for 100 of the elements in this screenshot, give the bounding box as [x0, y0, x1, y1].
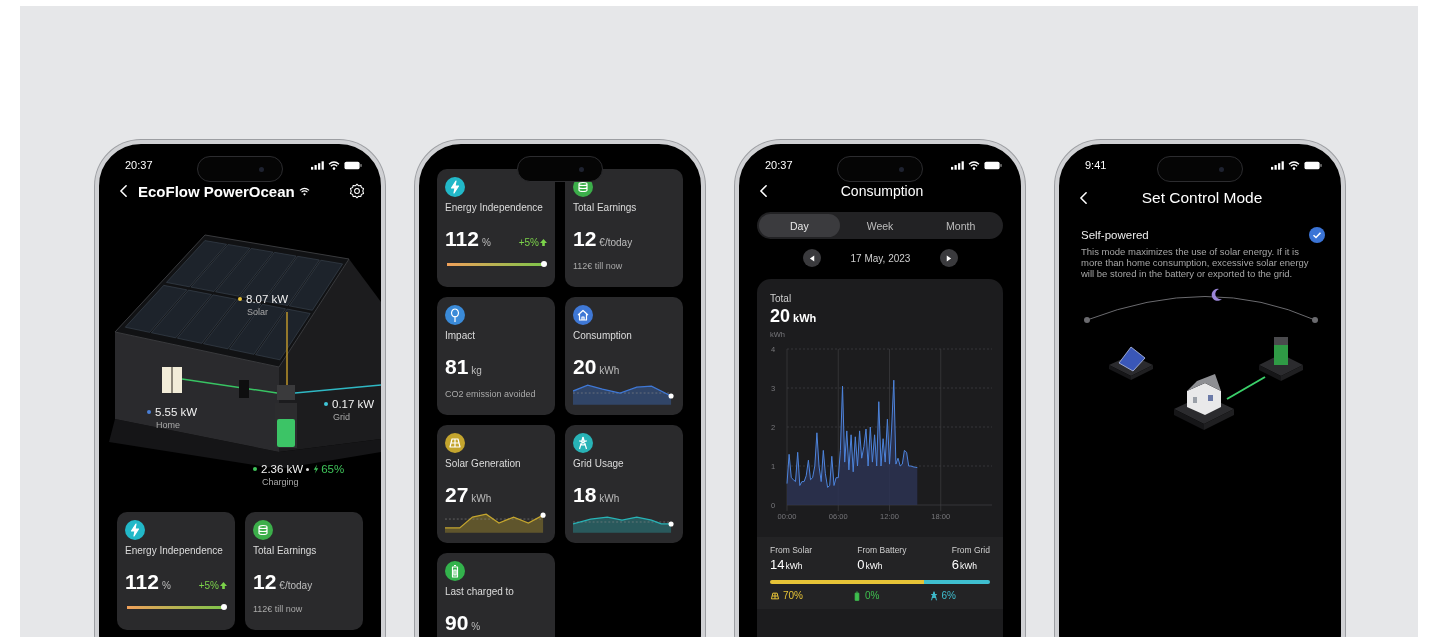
- lightning-icon: [313, 464, 320, 474]
- stat-card[interactable]: Impact 81 kg CO2 emission avoided: [437, 297, 555, 415]
- source-label: From Battery: [857, 545, 907, 555]
- battery-icon: [344, 160, 362, 170]
- card-title: Energy Independence: [445, 202, 543, 213]
- source-value: 14: [770, 557, 785, 572]
- battery-icon: [1304, 160, 1322, 170]
- stat-card[interactable]: Total Earnings 12€/today 112€ till now: [565, 169, 683, 287]
- card-unit: kg: [471, 365, 482, 376]
- status-time: 20:37: [765, 159, 793, 171]
- period-tab[interactable]: Month: [920, 214, 1001, 237]
- wifi-icon: [1288, 160, 1300, 170]
- card-title: Total Earnings: [253, 545, 317, 556]
- card-value: 12: [573, 227, 597, 251]
- card-title: Last charged to: [445, 586, 514, 597]
- card-value: 18: [573, 483, 597, 507]
- power-label: Home: [156, 420, 181, 430]
- signal-icon: [1271, 160, 1284, 170]
- card-unit: €/today: [599, 237, 633, 248]
- card-note: CO2 emission avoided: [445, 389, 536, 399]
- share-text: 0%: [865, 590, 880, 601]
- source-unit: kWh: [959, 561, 977, 571]
- total-value: 20: [770, 306, 791, 327]
- card-value: 112: [125, 570, 159, 594]
- stat-card[interactable]: Total Earnings 12€/today 112€ till now: [245, 512, 363, 630]
- settings-icon[interactable]: [349, 183, 365, 199]
- chevron-left-icon[interactable]: [759, 184, 768, 198]
- card-title: Grid Usage: [573, 458, 624, 469]
- battery-icon: [984, 160, 1002, 170]
- card-unit: %: [161, 580, 171, 591]
- power-value: 5.55 kW: [155, 406, 198, 418]
- house-drawing: [1174, 374, 1234, 430]
- power-label: Solar: [247, 307, 269, 317]
- option-title: Self-powered: [1081, 229, 1149, 241]
- power-value: 2.36 kW: [261, 463, 304, 475]
- card-unit: kWh: [599, 493, 620, 504]
- card-title: Impact: [445, 330, 475, 341]
- source-label: From Grid: [951, 545, 990, 555]
- chevron-left-icon[interactable]: [1079, 191, 1088, 205]
- stat-card[interactable]: Energy Independence 112% +5%: [437, 169, 555, 287]
- wifi-icon: [298, 186, 310, 196]
- power-label: Charging: [262, 477, 300, 487]
- stat-card[interactable]: Last charged to 90%: [437, 553, 555, 637]
- source-label: From Solar: [770, 545, 813, 555]
- total-label: Total: [769, 293, 793, 304]
- card-note: 112€ till now: [573, 261, 623, 271]
- checked-circle-icon[interactable]: [1309, 227, 1325, 243]
- share-text: 70%: [783, 590, 803, 601]
- card-value: 90: [445, 611, 469, 635]
- stat-card[interactable]: Energy Independence 112% +5%: [117, 512, 235, 630]
- source-unit: kWh: [865, 561, 883, 571]
- card-value: 112: [445, 227, 479, 251]
- pylon-icon: [928, 590, 939, 601]
- change-text: +5%: [198, 580, 219, 591]
- card-title: Energy Independence: [125, 545, 223, 556]
- next-button[interactable]: [940, 249, 958, 267]
- wifi-icon: [968, 160, 980, 170]
- period-tab[interactable]: Day: [759, 214, 840, 237]
- chevron-left-icon[interactable]: [119, 184, 128, 198]
- previous-button[interactable]: [803, 249, 821, 267]
- card-unit: €/today: [279, 580, 313, 591]
- share-text: 6%: [941, 590, 956, 601]
- period-tab[interactable]: Week: [839, 214, 921, 237]
- power-label: Grid: [333, 412, 351, 422]
- card-title: Total Earnings: [573, 202, 637, 213]
- solar-panel-drawing: [1109, 346, 1153, 380]
- card-value: 81: [445, 355, 469, 379]
- source-value: 6: [951, 557, 959, 572]
- caret-right-icon: [945, 254, 953, 262]
- status-time: 9:41: [1085, 159, 1107, 171]
- wifi-icon: [328, 160, 340, 170]
- signal-icon: [951, 160, 964, 170]
- battery-drawing: [1259, 337, 1303, 381]
- screen-title: Set Control Mode: [1140, 189, 1264, 207]
- card-unit: %: [481, 237, 491, 248]
- screen-title: EcoFlow PowerOcean: [138, 182, 295, 200]
- signal-icon: [311, 160, 324, 170]
- card-title: Consumption: [573, 330, 632, 341]
- stat-card[interactable]: Solar Generation 27 kWh: [437, 425, 555, 543]
- card-unit: kWh: [599, 365, 620, 376]
- card-value: 12: [253, 570, 277, 594]
- card-note: 112€ till now: [253, 604, 303, 614]
- change-text: +5%: [518, 237, 539, 248]
- stat-card[interactable]: Consumption 20 kWh: [565, 297, 683, 415]
- status-time: 20:37: [125, 159, 153, 171]
- separator-dot: [306, 467, 310, 471]
- card-value: 27: [445, 483, 469, 507]
- power-value: 0.17 kW: [332, 398, 375, 410]
- card-title: Solar Generation: [445, 458, 521, 469]
- up-arrow-icon: [540, 239, 547, 246]
- power-line: [1226, 376, 1266, 400]
- power-value: 8.07 kW: [246, 293, 289, 305]
- stat-card[interactable]: Grid Usage 18 kWh: [565, 425, 683, 543]
- charge-level: 65%: [321, 463, 345, 475]
- card-unit: kWh: [471, 493, 492, 504]
- moon-icon: [1211, 288, 1222, 301]
- screen-title: Consumption: [839, 183, 925, 199]
- card-unit: %: [471, 621, 481, 632]
- up-arrow-icon: [220, 582, 227, 589]
- caret-left-icon: [808, 254, 816, 262]
